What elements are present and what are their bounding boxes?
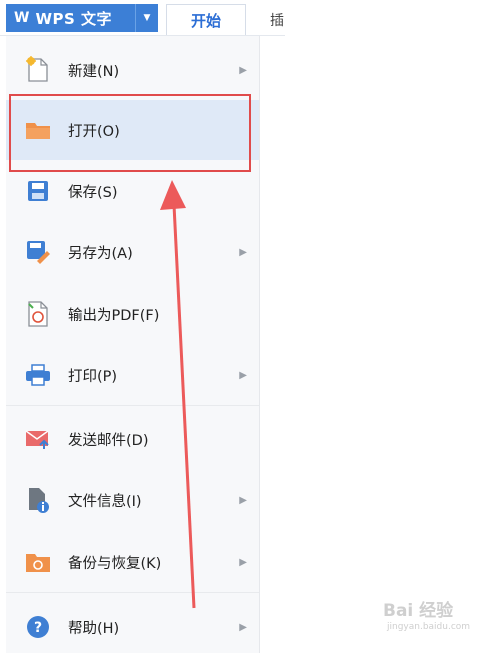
annotation-arrow-icon [160,180,196,609]
watermark-title: Bai 经验 [383,601,454,621]
watermark-url: jingyan.baidu.com [387,622,471,632]
baidu-watermark: Bai 经验 jingyan.baidu.com [383,596,493,636]
